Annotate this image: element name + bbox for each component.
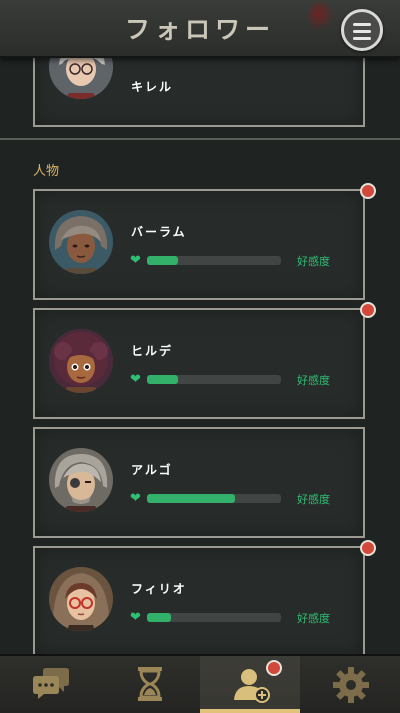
notification-badge: [360, 183, 376, 199]
avatar-baram: [49, 210, 113, 274]
affection-bar: [147, 494, 281, 503]
affection-bar: [147, 256, 281, 265]
heart-icon: ❤: [130, 253, 141, 268]
nav-tab-followers[interactable]: [200, 656, 300, 713]
heart-icon: ❤: [130, 610, 141, 625]
avatar-hilde: [49, 329, 113, 393]
section-divider: [0, 138, 400, 140]
hamburger-icon: [353, 23, 371, 44]
character-card-hilde[interactable]: ヒルデ ❤ 好感度: [33, 308, 365, 419]
nav-tab-settings[interactable]: [300, 656, 400, 713]
affection-label: 好感度: [297, 374, 330, 387]
affection-label: 好感度: [297, 493, 330, 506]
character-name: ヒルデ: [131, 344, 174, 358]
character-card-argo[interactable]: アルゴ ❤ 好感度: [33, 427, 365, 538]
follower-card-kireru[interactable]: キレル: [33, 56, 365, 127]
avatar-kireru: [49, 56, 113, 99]
chat-bubbles-icon: [33, 668, 69, 699]
affection-bar-fill: [147, 494, 236, 503]
affection-bar: [147, 375, 281, 384]
character-card-filio[interactable]: フィリオ ❤ 好感度: [33, 546, 365, 654]
affection-bar-fill: [147, 256, 178, 265]
heart-icon: ❤: [130, 372, 141, 387]
avatar-filio: [49, 567, 113, 631]
affection-bar-fill: [147, 613, 172, 622]
nav-tab-time[interactable]: [100, 656, 200, 713]
affection-bar-fill: [147, 375, 178, 384]
heart-icon: ❤: [130, 491, 141, 506]
bottom-nav: [0, 654, 400, 713]
avatar-argo: [49, 448, 113, 512]
affection-label: 好感度: [297, 255, 330, 268]
notification-badge: [266, 660, 282, 676]
character-name: フィリオ: [131, 582, 187, 596]
menu-button[interactable]: [341, 9, 383, 51]
notification-badge: [360, 540, 376, 556]
section-label-people: 人物: [33, 164, 60, 179]
affection-bar: [147, 613, 281, 622]
follower-list[interactable]: キレル 人物 バーラム ❤ 好感度 ヒルデ ❤ 好感度 アルゴ ❤ 好感度 フィ…: [0, 56, 400, 654]
nav-tab-chat[interactable]: [0, 656, 100, 713]
header-bar: フォロワー: [0, 0, 400, 58]
character-name: アルゴ: [131, 463, 173, 477]
notification-badge: [360, 302, 376, 318]
hourglass-icon: [138, 667, 162, 701]
character-card-baram[interactable]: バーラム ❤ 好感度: [33, 189, 365, 300]
gear-icon: [333, 667, 369, 703]
character-name: キレル: [131, 80, 174, 94]
page-title: フォロワー: [124, 15, 275, 44]
affection-label: 好感度: [297, 612, 330, 625]
character-name: バーラム: [131, 225, 187, 239]
